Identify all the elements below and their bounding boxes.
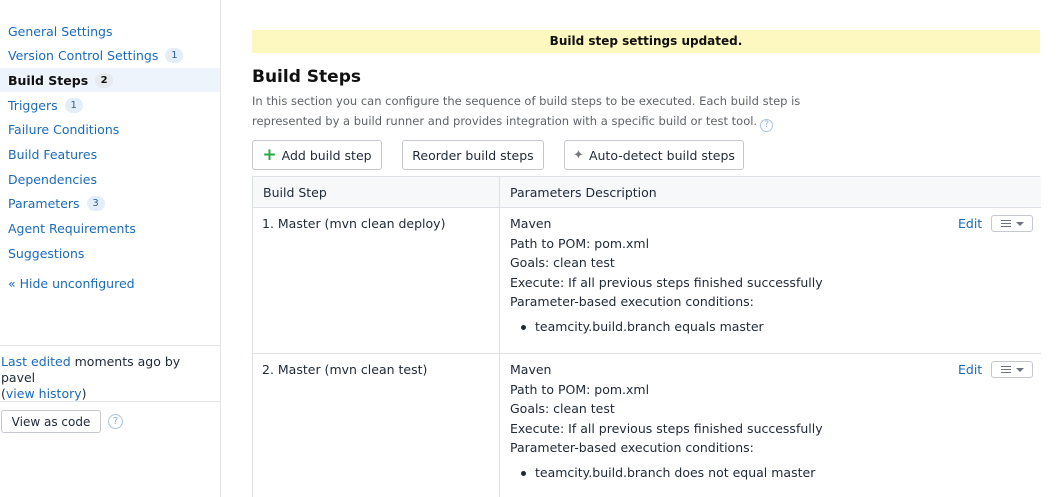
sidebar-item-label: General Settings <box>8 23 113 39</box>
sidebar-item-label: Suggestions <box>8 245 85 261</box>
sidebar-item-version-control-settings[interactable]: Version Control Settings 1 <box>0 43 220 67</box>
sidebar: General Settings Version Control Setting… <box>0 0 221 497</box>
runner-type: Maven <box>510 216 552 231</box>
magic-wand-icon: ✦ <box>573 147 584 163</box>
build-step-name[interactable]: 1. Master (mvn clean deploy) <box>262 216 445 231</box>
param-pom: Path to POM: pom.xml <box>510 235 650 251</box>
auto-detect-build-steps-button[interactable]: ✦ Auto-detect build steps <box>564 140 744 170</box>
reorder-build-steps-label: Reorder build steps <box>412 147 534 163</box>
sidebar-item-label: Parameters <box>8 195 80 211</box>
page-description-text: In this section you can configure the se… <box>252 94 801 128</box>
param-pom: Path to POM: pom.xml <box>510 381 650 397</box>
step-actions-dropdown[interactable] <box>991 361 1033 378</box>
step-parameters: Maven Path to POM: pom.xml Goals: clean … <box>510 214 950 336</box>
sidebar-item-label: Triggers <box>8 97 58 113</box>
sidebar-item-label: Build Steps <box>8 72 89 88</box>
column-header-parameters: Parameters Description <box>510 185 657 200</box>
row-divider <box>253 353 1041 354</box>
condition-item: teamcity.build.branch does not equal mas… <box>510 463 950 483</box>
count-badge: 3 <box>86 195 105 211</box>
sidebar-item-label: Dependencies <box>8 171 97 187</box>
build-steps-table: Build Step Parameters Description 1. Mas… <box>252 176 1041 497</box>
help-circle-icon[interactable]: ? <box>108 414 123 429</box>
last-edited-info: Last edited moments ago by pavel (view hi… <box>1 354 216 402</box>
param-execute: Execute: If all previous steps finished … <box>510 420 823 436</box>
history-close-paren: ) <box>81 386 87 401</box>
view-history-link[interactable]: view history <box>6 386 82 401</box>
chevron-down-icon <box>1015 221 1024 226</box>
reorder-build-steps-button[interactable]: Reorder build steps <box>402 140 544 170</box>
sidebar-item-triggers[interactable]: Triggers 1 <box>0 93 220 117</box>
step-actions-dropdown[interactable] <box>991 215 1033 232</box>
status-banner: Build step settings updated. <box>252 30 1040 53</box>
edit-step-link[interactable]: Edit <box>958 216 982 231</box>
add-build-step-label: Add build step <box>281 147 372 163</box>
chevron-down-icon <box>1015 367 1024 372</box>
sidebar-item-label: Agent Requirements <box>8 220 136 236</box>
condition-item: teamcity.build.branch equals master <box>510 317 950 337</box>
help-circle-icon[interactable]: ? <box>760 119 774 132</box>
sidebar-item-agent-requirements[interactable]: Agent Requirements <box>0 216 220 240</box>
sidebar-item-parameters[interactable]: Parameters 3 <box>0 191 220 215</box>
sidebar-item-general-settings[interactable]: General Settings <box>0 19 220 43</box>
build-step-name[interactable]: 2. Master (mvn clean test) <box>262 362 427 377</box>
step-parameters: Maven Path to POM: pom.xml Goals: clean … <box>510 360 950 482</box>
page-description: In this section you can configure the se… <box>252 91 872 132</box>
page-title: Build Steps <box>252 67 361 87</box>
plus-icon: + <box>262 144 277 165</box>
conditions-list: teamcity.build.branch equals master <box>510 317 950 337</box>
column-divider <box>499 177 500 497</box>
param-goals: Goals: clean test <box>510 401 615 416</box>
count-badge: 1 <box>165 47 184 63</box>
hide-unconfigured-link[interactable]: « Hide unconfigured <box>8 276 135 291</box>
conditions-title: Parameter-based execution conditions: <box>510 294 754 309</box>
auto-detect-build-steps-label: Auto-detect build steps <box>588 147 735 163</box>
count-badge: 2 <box>95 72 114 88</box>
add-build-step-button[interactable]: + Add build step <box>252 140 382 170</box>
sidebar-item-failure-conditions[interactable]: Failure Conditions <box>0 117 220 141</box>
sidebar-item-build-steps[interactable]: Build Steps 2 <box>0 68 220 92</box>
sidebar-item-build-features[interactable]: Build Features <box>0 142 220 166</box>
sidebar-item-label: Version Control Settings <box>8 47 159 63</box>
param-execute: Execute: If all previous steps finished … <box>510 274 823 290</box>
sidebar-item-suggestions[interactable]: Suggestions <box>0 241 220 265</box>
list-icon <box>1000 366 1011 373</box>
sidebar-divider <box>0 345 220 346</box>
sidebar-item-label: Failure Conditions <box>8 121 120 137</box>
list-icon <box>1000 220 1011 227</box>
column-header-build-step: Build Step <box>263 185 327 200</box>
sidebar-item-label: Build Features <box>8 146 98 162</box>
param-goals: Goals: clean test <box>510 255 615 270</box>
count-badge: 1 <box>64 97 83 113</box>
sidebar-item-dependencies[interactable]: Dependencies <box>0 167 220 191</box>
sidebar-divider <box>0 401 220 402</box>
conditions-title: Parameter-based execution conditions: <box>510 440 754 455</box>
edit-step-link[interactable]: Edit <box>958 362 982 377</box>
conditions-list: teamcity.build.branch does not equal mas… <box>510 463 950 483</box>
last-edited-link[interactable]: Last edited <box>1 354 71 369</box>
view-as-code-button[interactable]: View as code <box>1 410 101 433</box>
runner-type: Maven <box>510 362 552 377</box>
